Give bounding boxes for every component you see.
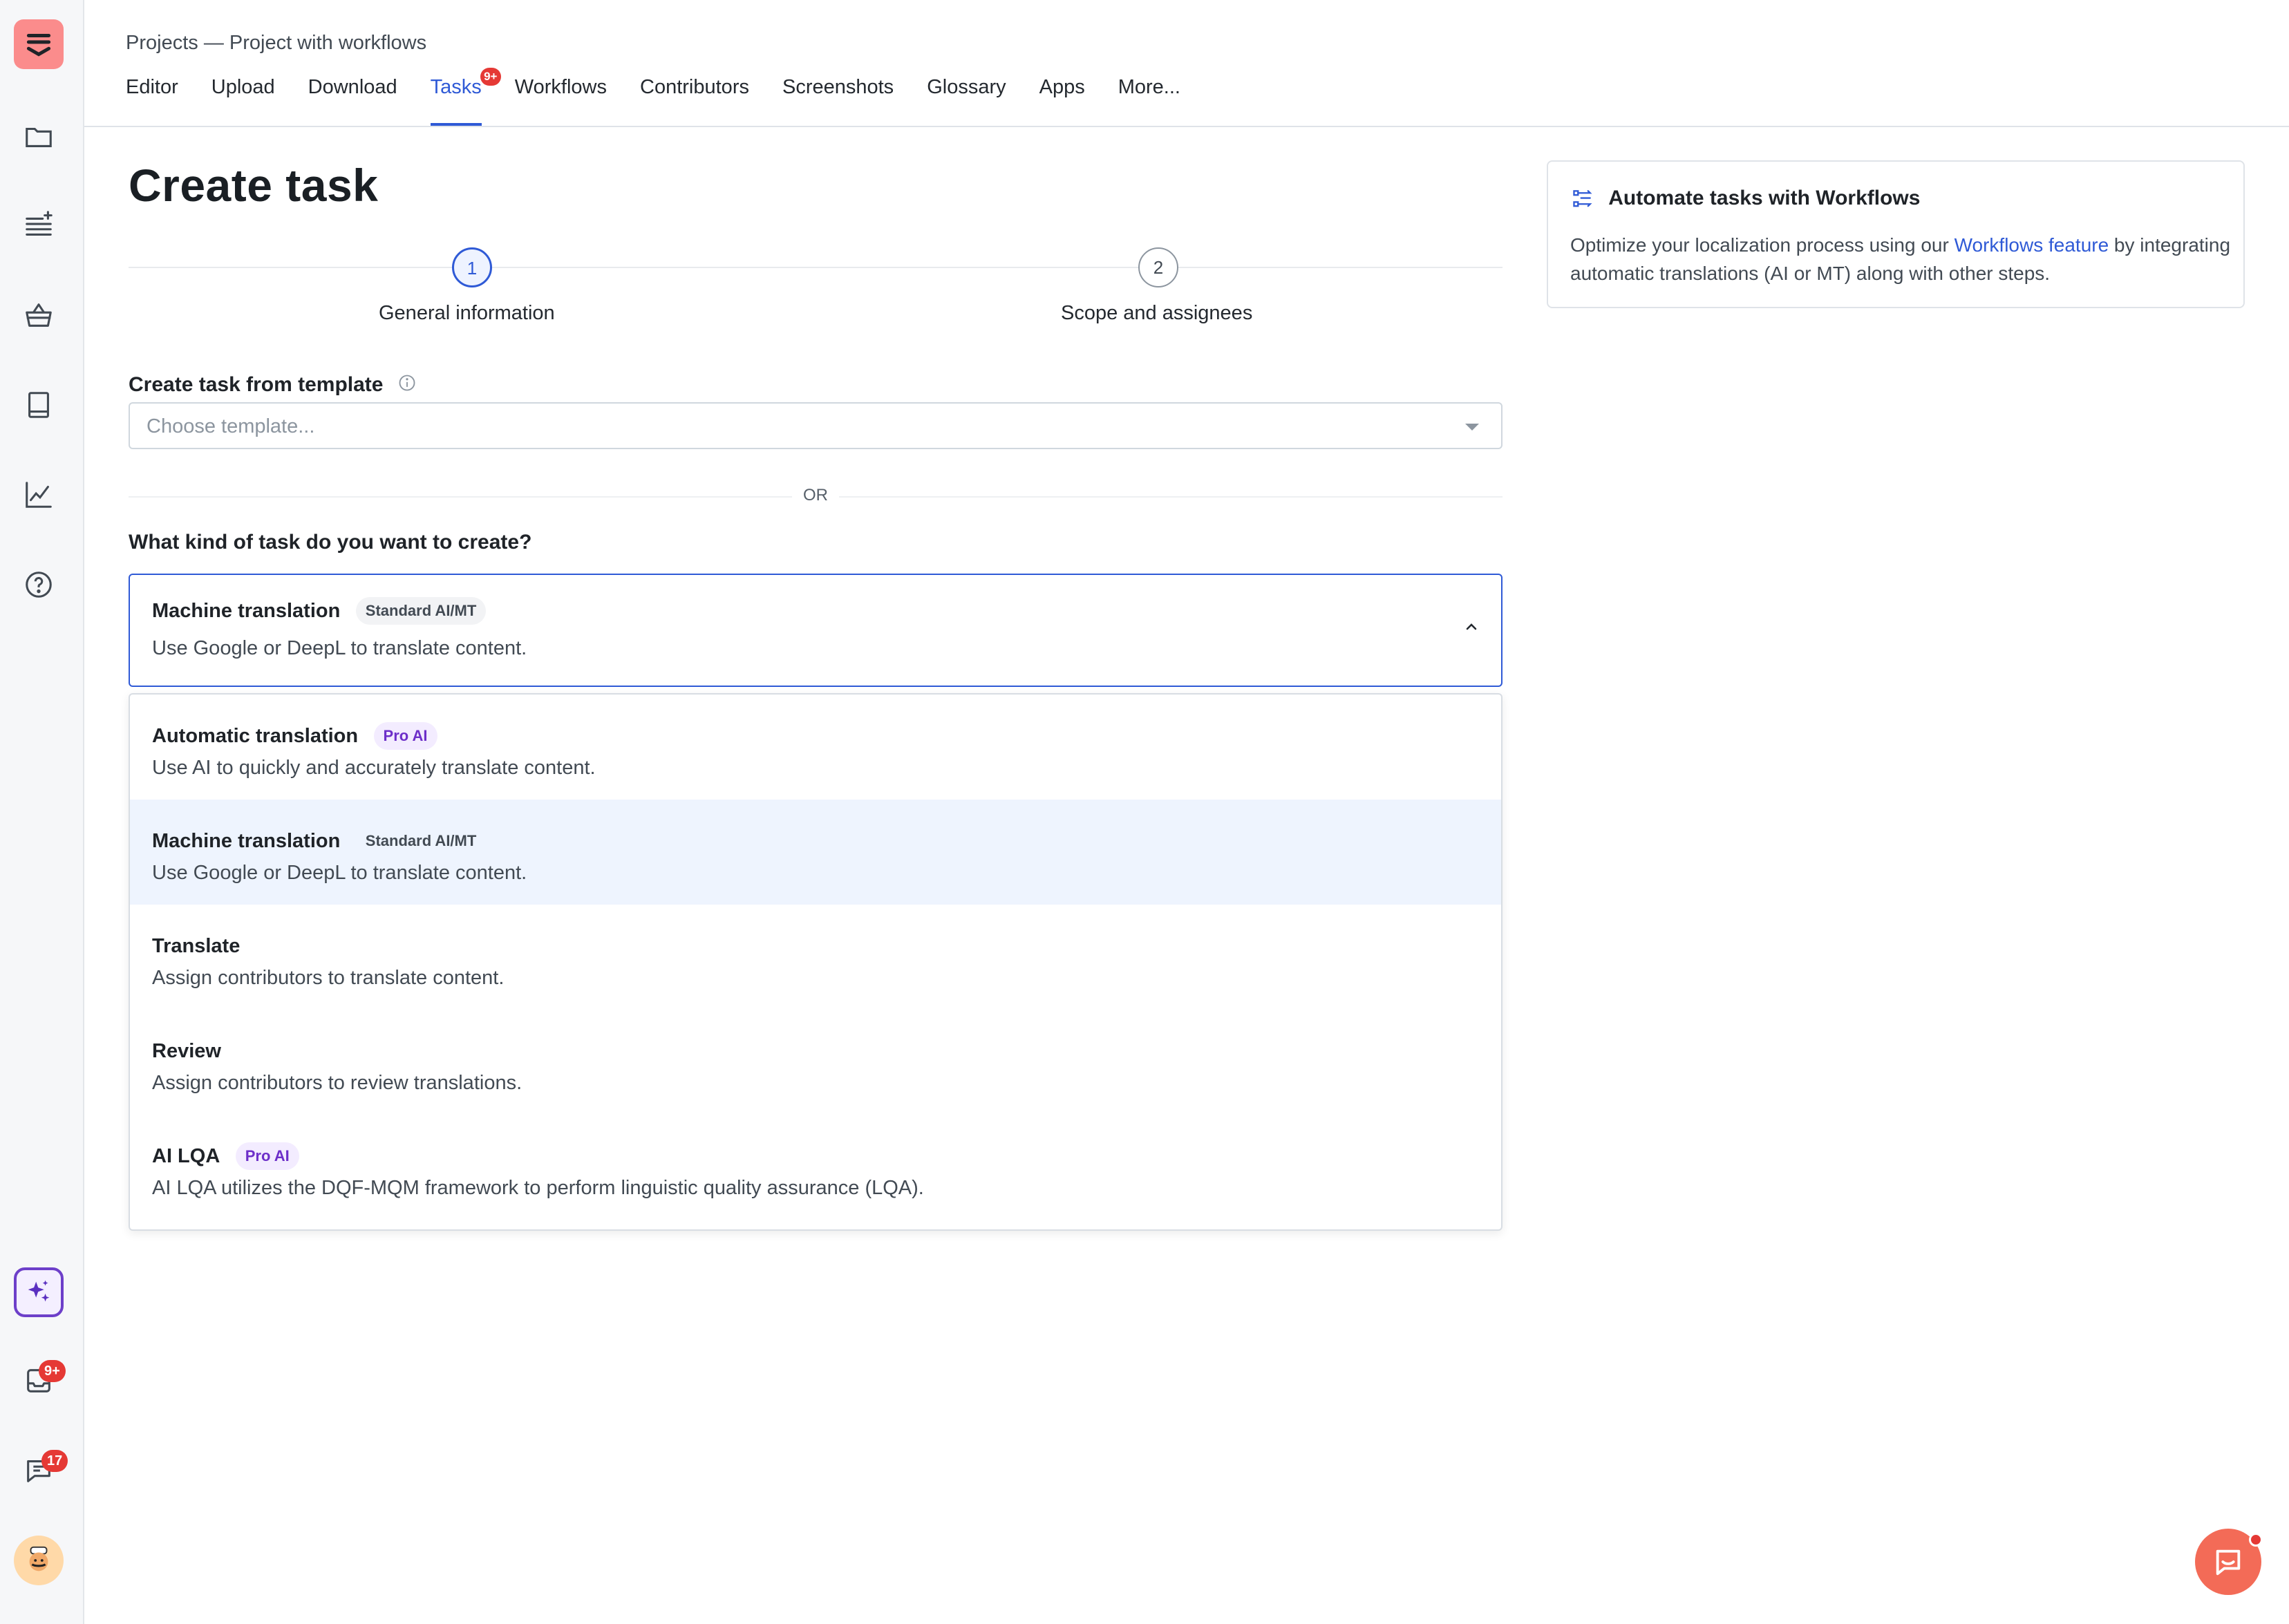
selected-chip: Standard AI/MT [355, 597, 487, 625]
step-2-label: Scope and assignees [1061, 302, 1253, 324]
folder-icon[interactable] [14, 112, 64, 162]
ai-assistant-button[interactable] [14, 1267, 64, 1317]
tab-download[interactable]: Download [308, 76, 397, 126]
task-type-select[interactable]: Machine translation Standard AI/MT Use G… [129, 574, 1503, 687]
chevron-up-icon[interactable] [1464, 622, 1479, 635]
sidebar: 9+ 17 [0, 0, 84, 1624]
tab-more[interactable]: More... [1118, 76, 1180, 126]
option-translate[interactable]: Translate Assign contributors to transla… [130, 905, 1501, 1010]
basket-icon[interactable] [14, 290, 64, 340]
template-label-text: Create task from template [129, 373, 384, 396]
caret-down-icon [1464, 422, 1480, 436]
workflows-feature-link[interactable]: Workflows feature [1954, 234, 2109, 256]
tab-screenshots[interactable]: Screenshots [782, 76, 894, 126]
or-text: OR [792, 486, 839, 505]
option-chip: Standard AI/MT [365, 832, 477, 849]
option-title: Translate [152, 935, 241, 957]
selected-title: Machine translation [152, 599, 341, 622]
tab-tasks[interactable]: Tasks 9+ [430, 68, 501, 126]
or-divider: OR [129, 486, 1503, 507]
option-review[interactable]: Review Assign contributors to review tra… [130, 1010, 1501, 1115]
tab-workflows[interactable]: Workflows [515, 76, 607, 126]
selected-desc: Use Google or DeepL to translate content… [152, 637, 527, 659]
step-1-label: General information [379, 302, 555, 324]
info-icon[interactable] [397, 373, 417, 398]
stepper-track [129, 267, 1503, 268]
tab-editor[interactable]: Editor [126, 76, 178, 126]
card-title: Automate tasks with Workflows [1572, 187, 1920, 210]
option-title: AI LQA [152, 1144, 220, 1167]
chat-notification-dot [2249, 1533, 2263, 1547]
option-title: Review [152, 1040, 221, 1062]
tab-contributors[interactable]: Contributors [640, 76, 749, 126]
workflows-promo-card: Automate tasks with Workflows Optimize y… [1547, 160, 2245, 308]
project-tabs: Editor Upload Download Tasks 9+ Workflow… [126, 68, 1214, 126]
help-icon[interactable] [14, 560, 64, 610]
option-chip: Pro AI [373, 722, 437, 750]
task-kind-label: What kind of task do you want to create? [129, 531, 532, 554]
template-placeholder: Choose template... [147, 415, 315, 437]
chart-line-icon[interactable] [14, 470, 64, 520]
option-desc: Use Google or DeepL to translate content… [152, 862, 527, 884]
template-label: Create task from template [129, 373, 417, 398]
option-desc: AI LQA utilizes the DQF-MQM framework to… [152, 1177, 924, 1199]
option-title: Machine translation [152, 829, 341, 852]
logo-menu-icon[interactable] [14, 19, 64, 69]
option-machine-translation[interactable]: Machine translation Standard AI/MT Use G… [130, 800, 1501, 905]
chat-badge: 17 [41, 1450, 68, 1472]
step-1-indicator[interactable]: 1 [452, 247, 492, 287]
option-desc: Assign contributors to review translatio… [152, 1072, 522, 1094]
card-text: Optimize your localization process using… [1570, 231, 2234, 287]
page-title: Create task [129, 160, 379, 211]
list-sparkle-icon[interactable] [14, 200, 64, 250]
card-text-before: Optimize your localization process using… [1570, 234, 1954, 256]
option-automatic-translation[interactable]: Automatic translation Pro AI Use AI to q… [130, 695, 1501, 800]
option-title: Automatic translation [152, 724, 359, 747]
header-divider [84, 126, 2289, 127]
option-ai-lqa[interactable]: AI LQA Pro AI AI LQA utilizes the DQF-MQ… [130, 1115, 1501, 1220]
tab-tasks-label: Tasks [430, 76, 482, 98]
breadcrumb[interactable]: Projects — Project with workflows [126, 32, 426, 55]
task-type-selected: Machine translation Standard AI/MT Use G… [152, 597, 527, 660]
chat-bubble-icon [2216, 1549, 2241, 1576]
option-chip: Pro AI [235, 1142, 299, 1170]
workflow-icon [1573, 190, 1592, 207]
tab-glossary[interactable]: Glossary [927, 76, 1006, 126]
inbox-badge: 9+ [39, 1360, 66, 1382]
template-select[interactable]: Choose template... [129, 402, 1503, 449]
card-title-text: Automate tasks with Workflows [1608, 187, 1921, 209]
tab-upload[interactable]: Upload [211, 76, 275, 126]
option-desc: Assign contributors to translate content… [152, 967, 505, 989]
book-icon[interactable] [14, 380, 64, 430]
tab-apps[interactable]: Apps [1039, 76, 1085, 126]
step-2-indicator[interactable]: 2 [1138, 247, 1178, 287]
option-desc: Use AI to quickly and accurately transla… [152, 757, 596, 779]
avatar[interactable] [14, 1536, 64, 1585]
task-type-dropdown: Automatic translation Pro AI Use AI to q… [129, 693, 1503, 1231]
tasks-badge: 9+ [480, 68, 501, 86]
